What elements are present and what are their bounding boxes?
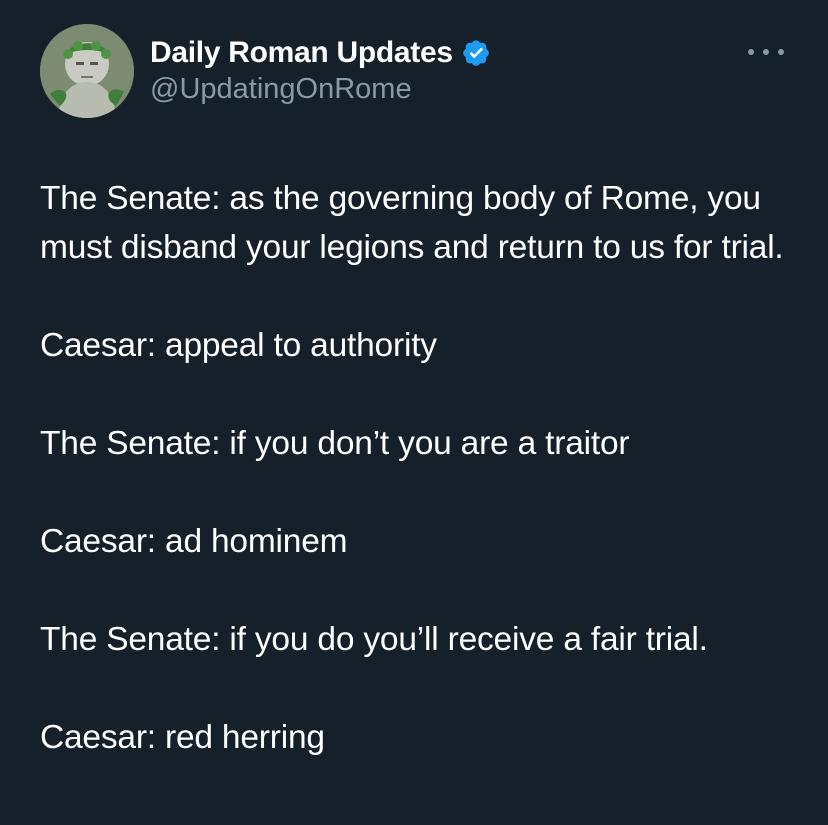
author-handle[interactable]: @UpdatingOnRome <box>150 73 412 106</box>
ellipsis-icon <box>763 49 769 55</box>
tweet: Daily Roman Updates @UpdatingOnRome The … <box>0 0 828 825</box>
tweet-paragraph: The Senate: if you don’t you are a trait… <box>40 425 630 462</box>
author-display-name[interactable]: Daily Roman Updates <box>150 36 453 70</box>
ellipsis-icon <box>748 49 754 55</box>
verified-badge-icon <box>461 38 491 68</box>
tweet-paragraph: Caesar: ad hominem <box>40 523 348 560</box>
avatar[interactable] <box>40 24 134 118</box>
tweet-text: The Senate: as the governing body of Rom… <box>40 174 800 762</box>
ellipsis-icon <box>778 49 784 55</box>
roman-bust-avatar-icon <box>40 24 134 118</box>
tweet-paragraph: The Senate: if you do you’ll receive a f… <box>40 621 708 658</box>
tweet-paragraph: Caesar: appeal to authority <box>40 327 437 364</box>
author-name-row: Daily Roman Updates <box>150 33 491 73</box>
tweet-paragraph: The Senate: as the governing body of Rom… <box>40 180 784 266</box>
more-options-button[interactable] <box>748 42 784 62</box>
tweet-paragraph: Caesar: red herring <box>40 719 325 756</box>
